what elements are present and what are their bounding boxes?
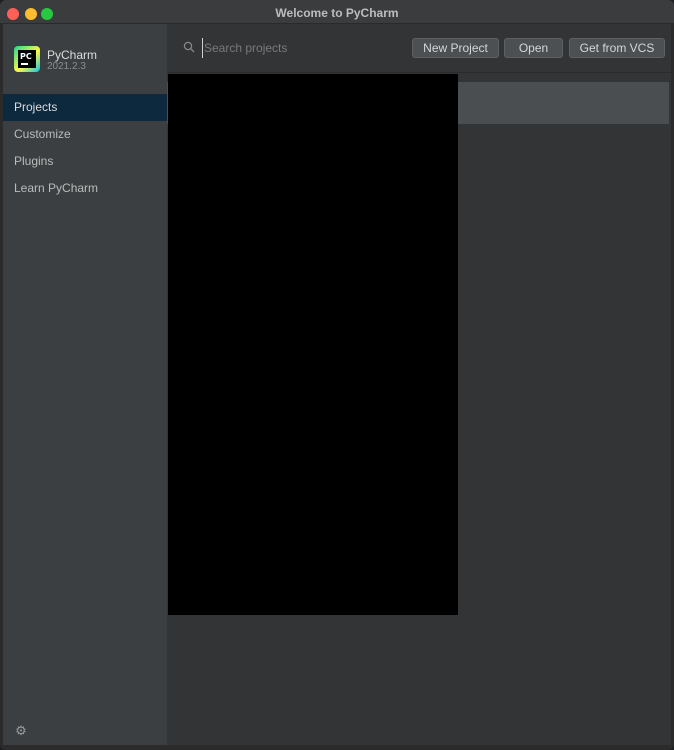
- window-title: Welcome to PyCharm: [275, 6, 399, 20]
- search-icon: [183, 41, 195, 53]
- new-project-button[interactable]: New Project: [412, 38, 499, 58]
- get-from-vcs-button[interactable]: Get from VCS: [569, 38, 665, 58]
- search-bar: New Project Open Get from VCS: [167, 24, 671, 72]
- app-name: PyCharm: [47, 48, 98, 62]
- sidebar-item-customize[interactable]: Customize: [3, 121, 167, 148]
- search-input[interactable]: [202, 38, 402, 58]
- app-branding: PC PyCharm 2021.2.3: [14, 46, 164, 74]
- pycharm-welcome-window: Welcome to PyCharm PC PyCharm 2021.2.3 P…: [0, 0, 674, 750]
- sidebar-item-learn-pycharm[interactable]: Learn PyCharm: [3, 175, 167, 202]
- gear-icon[interactable]: ⚙: [14, 724, 28, 738]
- sidebar: PC PyCharm 2021.2.3 Projects Customize P…: [3, 24, 167, 745]
- app-version: 2021.2.3: [47, 61, 86, 72]
- sidebar-nav: Projects Customize Plugins Learn PyCharm: [3, 94, 167, 202]
- divider: [167, 72, 671, 73]
- sidebar-item-plugins[interactable]: Plugins: [3, 148, 167, 175]
- title-bar: Welcome to PyCharm: [0, 0, 674, 24]
- sidebar-item-projects[interactable]: Projects: [3, 94, 167, 121]
- pycharm-logo-icon: PC: [14, 46, 40, 72]
- redacted-area: [168, 74, 458, 615]
- open-button[interactable]: Open: [504, 38, 563, 58]
